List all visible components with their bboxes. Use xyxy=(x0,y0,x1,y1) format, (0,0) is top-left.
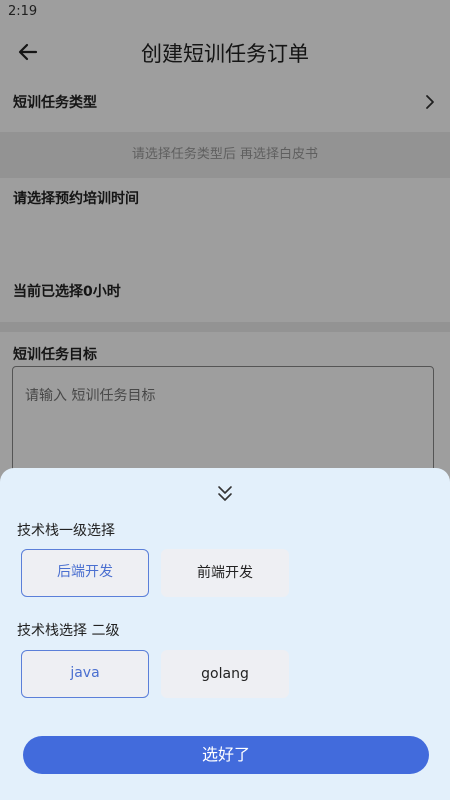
option-java[interactable]: java xyxy=(21,650,149,698)
tech-stack-sheet: 技术栈一级选择 后端开发 前端开发 技术栈选择 二级 java golang 选… xyxy=(0,468,450,800)
option-frontend[interactable]: 前端开发 xyxy=(161,549,289,597)
option-backend[interactable]: 后端开发 xyxy=(21,549,149,597)
option-golang[interactable]: golang xyxy=(161,650,289,698)
level1-title: 技术栈一级选择 xyxy=(17,523,115,539)
confirm-button[interactable]: 选好了 xyxy=(23,736,429,774)
level2-title: 技术栈选择 二级 xyxy=(17,623,120,639)
double-chevron-down-icon[interactable] xyxy=(214,484,236,504)
